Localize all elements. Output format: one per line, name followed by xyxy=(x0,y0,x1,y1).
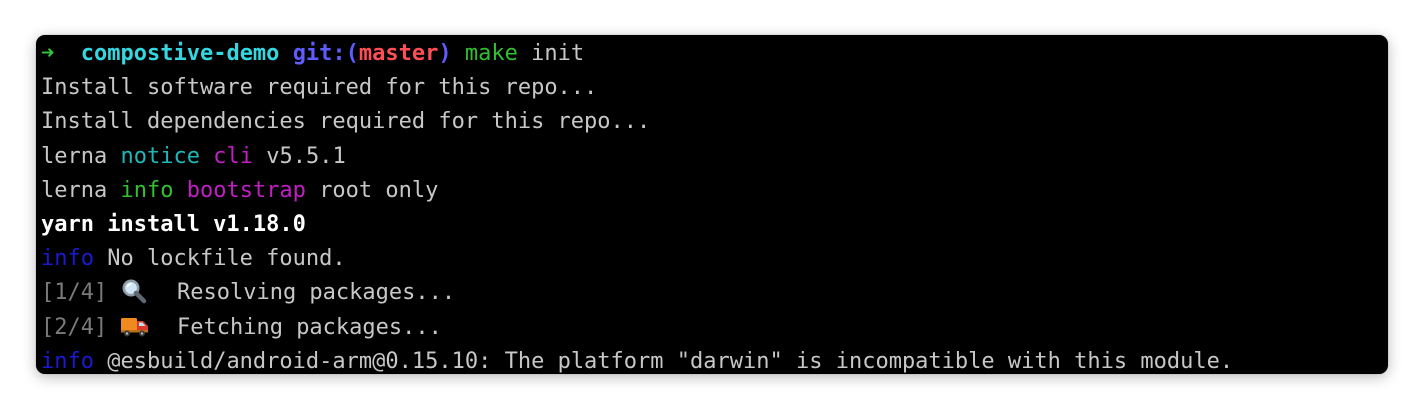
output-line-incompatible-platform: info @esbuild/android-arm@0.15.10: The p… xyxy=(41,345,1388,374)
output-line-fetching: [2/4] Fetching packages... xyxy=(41,311,1388,345)
step-counter: [1/4] xyxy=(41,280,108,306)
prompt-directory: compostive-demo xyxy=(80,41,280,66)
yarn-version-text: yarn install v1.18.0 xyxy=(41,211,306,237)
output-text: Resolving packages... xyxy=(176,280,456,306)
output-line-install-dependencies: Install dependencies required for this r… xyxy=(41,105,1388,139)
output-text: Fetching packages... xyxy=(176,314,442,340)
log-level-info: info xyxy=(41,348,94,374)
output-text: root only xyxy=(319,177,439,203)
output-text: No lockfile found. xyxy=(107,246,346,272)
delivery-truck-icon xyxy=(120,313,150,339)
log-level-info: info xyxy=(120,177,174,203)
lerna-prefix: lerna xyxy=(41,177,108,203)
output-text: @esbuild/android-arm@0.15.10: The platfo… xyxy=(107,348,1234,374)
log-tag: bootstrap xyxy=(186,177,306,203)
output-line-yarn-version: yarn install v1.18.0 xyxy=(41,208,1388,242)
prompt-line: ➜ compostive-demo git:(master) make init xyxy=(41,37,1388,71)
output-text: Install software required for this repo.… xyxy=(41,75,598,101)
output-line-lerna-notice: lerna notice cli v5.5.1 xyxy=(41,140,1388,174)
prompt-arrow-icon: ➜ xyxy=(41,41,55,66)
log-tag: cli xyxy=(213,143,253,169)
output-line-no-lockfile: info No lockfile found. xyxy=(41,242,1388,276)
magnifying-glass-icon xyxy=(120,278,150,304)
prompt-git-suffix: ) xyxy=(438,41,452,66)
prompt-git-prefix: git:( xyxy=(292,41,359,66)
terminal-window[interactable]: ➜ compostive-demo git:(master) make init… xyxy=(36,35,1388,374)
output-text: v5.5.1 xyxy=(266,143,346,169)
prompt-argument: init xyxy=(531,41,585,66)
output-line-resolving: [1/4] Resolving packages... xyxy=(41,276,1388,310)
prompt-branch: master xyxy=(358,41,439,66)
log-level-notice: notice xyxy=(120,143,200,169)
terminal-output: ➜ compostive-demo git:(master) make init… xyxy=(41,37,1388,374)
output-line-install-software: Install software required for this repo.… xyxy=(41,71,1388,105)
prompt-command: make xyxy=(464,41,518,66)
output-line-lerna-info: lerna info bootstrap root only xyxy=(41,174,1388,208)
output-text: Install dependencies required for this r… xyxy=(41,109,651,135)
step-counter: [2/4] xyxy=(41,314,108,340)
lerna-prefix: lerna xyxy=(41,143,108,169)
log-level-info: info xyxy=(41,246,94,272)
